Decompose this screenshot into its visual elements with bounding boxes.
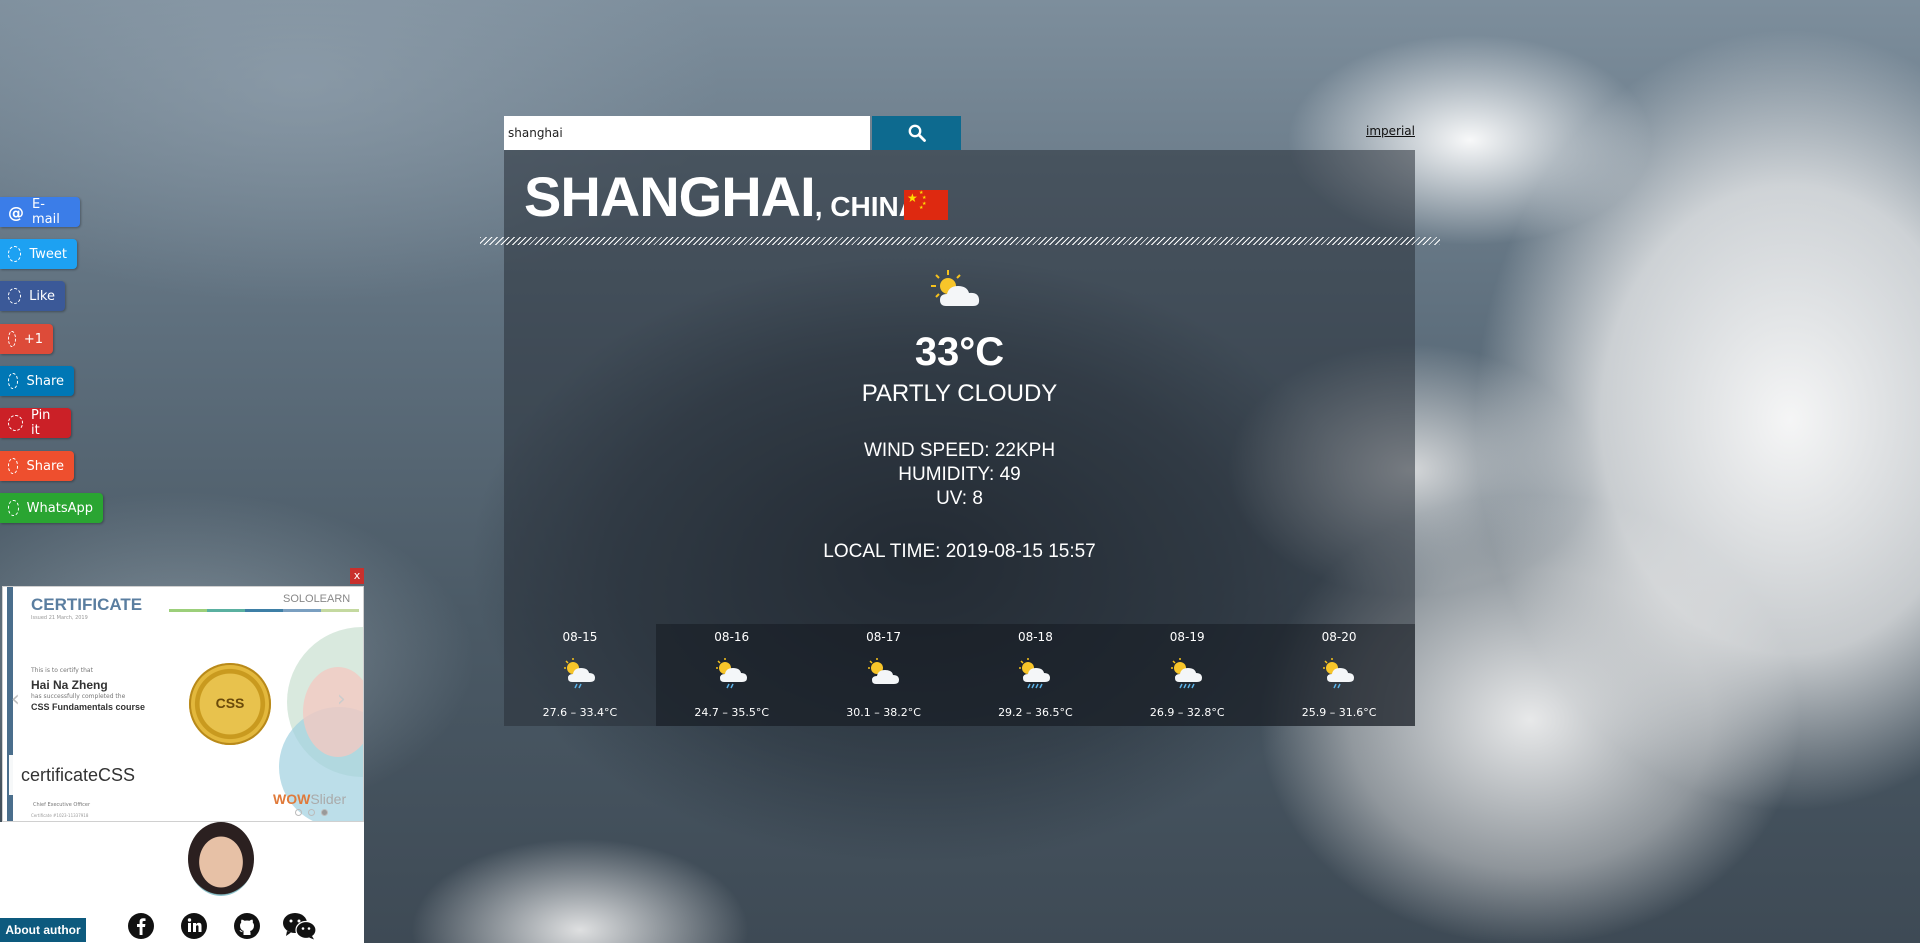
dashed-circle-icon bbox=[8, 246, 22, 262]
certificate-holder: Hai Na Zheng bbox=[31, 678, 108, 692]
partly-cloudy-rain-icon bbox=[715, 658, 747, 689]
share-label: Share bbox=[26, 373, 64, 389]
tweet-share-button[interactable]: Tweet bbox=[0, 239, 77, 269]
share-label: Tweet bbox=[29, 246, 67, 262]
about-author-button[interactable]: About author bbox=[0, 918, 86, 942]
dashed-circle-icon bbox=[8, 458, 19, 474]
at-icon: @ bbox=[8, 202, 24, 222]
search-button[interactable] bbox=[872, 116, 961, 150]
like-share-button[interactable]: Like bbox=[0, 281, 65, 311]
certificate-title: CERTIFICATE bbox=[31, 595, 143, 614]
city-name: SHANGHAI bbox=[524, 165, 816, 228]
forecast-range: 24.7 – 35.5°C bbox=[694, 706, 770, 719]
forecast-date: 08-16 bbox=[714, 630, 750, 644]
issued-date: Issued 21 March, 2019 bbox=[31, 615, 88, 621]
current-condition: PARTLY CLOUDY bbox=[861, 380, 1058, 407]
dashed-circle-icon bbox=[8, 288, 22, 304]
course-completed-seal: CSS bbox=[189, 663, 271, 745]
partly-cloudy-rain-icon bbox=[1323, 658, 1355, 689]
forecast-date: 08-20 bbox=[1321, 630, 1357, 644]
uv-index: UV: 8 bbox=[936, 488, 983, 509]
avatar bbox=[188, 822, 254, 896]
forecast-date: 08-17 bbox=[866, 630, 901, 644]
email-share-button[interactable]: @ E-mail bbox=[0, 197, 80, 227]
forecast-range: 27.6 – 33.4°C bbox=[542, 706, 618, 719]
facebook-icon[interactable] bbox=[127, 912, 155, 940]
dashed-circle-icon bbox=[8, 500, 19, 516]
wowslider-logo: WOWSlider bbox=[273, 791, 346, 807]
forecast-day[interactable]: 08-18 29.2 – 36.5°C bbox=[959, 624, 1112, 726]
current-temperature: 33°C bbox=[914, 330, 1005, 374]
wechat-icon[interactable] bbox=[282, 912, 318, 940]
share-label: Like bbox=[29, 288, 55, 304]
share-label: Share bbox=[26, 458, 64, 474]
hatched-divider bbox=[480, 237, 1440, 245]
forecast-day[interactable]: 08-19 26.9 – 32.8°C bbox=[1111, 624, 1264, 726]
forecast-day[interactable]: 08-15 27.6 – 33.4°C bbox=[504, 624, 656, 726]
forecast-range: 29.2 – 36.5°C bbox=[998, 706, 1073, 719]
china-flag-icon: ★ ★ ★ ★ ★ bbox=[904, 190, 948, 220]
completed-text: has successfully completed the bbox=[31, 693, 126, 700]
share-label: WhatsApp bbox=[26, 500, 93, 516]
forecast-row: 08-15 27.6 – 33.4°C 08-16 24.7 – 35.5°C … bbox=[504, 624, 1415, 726]
certificate-number: Certificate #1023-11337918 bbox=[31, 813, 89, 818]
partly-cloudy-heavy-rain-icon bbox=[1171, 658, 1203, 689]
slider-dot[interactable] bbox=[308, 809, 315, 816]
wow-text: WOW bbox=[273, 791, 311, 807]
forecast-date: 08-19 bbox=[1169, 630, 1205, 644]
linkedin-icon[interactable] bbox=[180, 912, 208, 940]
partly-cloudy-rain-icon bbox=[563, 658, 595, 689]
forecast-range: 25.9 – 31.6°C bbox=[1301, 706, 1377, 719]
forecast-date: 08-15 bbox=[562, 630, 598, 644]
dashed-circle-icon bbox=[8, 373, 19, 389]
certify-text: This is to certify that bbox=[31, 667, 93, 674]
slider-prev-arrow[interactable]: ‹ bbox=[11, 687, 20, 712]
partly-cloudy-icon bbox=[867, 658, 899, 684]
partly-cloudy-heavy-rain-icon bbox=[1019, 658, 1051, 689]
close-slider-button[interactable]: x bbox=[350, 568, 364, 584]
course-name: CSS Fundamentals course bbox=[31, 702, 146, 712]
forecast-day[interactable]: 08-16 24.7 – 35.5°C bbox=[655, 624, 808, 726]
forecast-range: 30.1 – 38.2°C bbox=[846, 706, 921, 719]
whatsapp-share-button[interactable]: WhatsApp bbox=[0, 493, 103, 523]
local-time: LOCAL TIME: 2019-08-15 15:57 bbox=[823, 541, 1096, 562]
search-icon bbox=[908, 124, 926, 142]
dashed-circle-icon bbox=[8, 331, 16, 347]
seal-text: CSS bbox=[215, 695, 245, 711]
color-stripes bbox=[169, 609, 359, 612]
forecast-day[interactable]: 08-20 25.9 – 31.6°C bbox=[1263, 624, 1415, 726]
slider-next-arrow[interactable]: › bbox=[337, 687, 346, 712]
forecast-date: 08-18 bbox=[1017, 630, 1053, 644]
forecast-day[interactable]: 08-17 30.1 – 38.2°C bbox=[807, 624, 960, 726]
pinterest-share-button[interactable]: Pin it bbox=[0, 408, 71, 438]
slide-caption: certificateCSS bbox=[9, 755, 183, 795]
partly-cloudy-icon bbox=[931, 270, 980, 306]
plus-one-share-button[interactable]: +1 bbox=[0, 324, 53, 354]
search-input[interactable] bbox=[504, 116, 870, 150]
decor-circle bbox=[303, 667, 363, 757]
sololearn-logo: SOLOLEARN bbox=[283, 593, 351, 605]
wind-speed: WIND SPEED: 22KPH bbox=[863, 440, 1056, 461]
forecast-range: 26.9 – 32.8°C bbox=[1149, 706, 1225, 719]
dashed-circle-icon bbox=[8, 415, 24, 431]
unit-toggle-link[interactable]: imperial bbox=[1366, 124, 1415, 138]
slider-dots bbox=[295, 809, 328, 816]
share-label: E-mail bbox=[32, 197, 60, 227]
slider-text: Slider bbox=[310, 791, 347, 807]
share-label: +1 bbox=[23, 331, 43, 347]
executive-title: Chief Executive Officer bbox=[33, 802, 91, 808]
slider-dot[interactable] bbox=[295, 809, 302, 816]
slider-dot[interactable] bbox=[321, 809, 328, 816]
certificate-slider: CERTIFICATE SOLOLEARN Issued 21 March, 2… bbox=[2, 586, 364, 822]
location-title: SHANGHAI, CHINA bbox=[524, 164, 919, 229]
share-label: Pin it bbox=[31, 408, 51, 438]
github-icon[interactable] bbox=[233, 912, 261, 940]
reddit-share-button[interactable]: Share bbox=[0, 451, 74, 481]
humidity: HUMIDITY: 49 bbox=[898, 464, 1021, 485]
linkedin-share-button[interactable]: Share bbox=[0, 366, 74, 396]
